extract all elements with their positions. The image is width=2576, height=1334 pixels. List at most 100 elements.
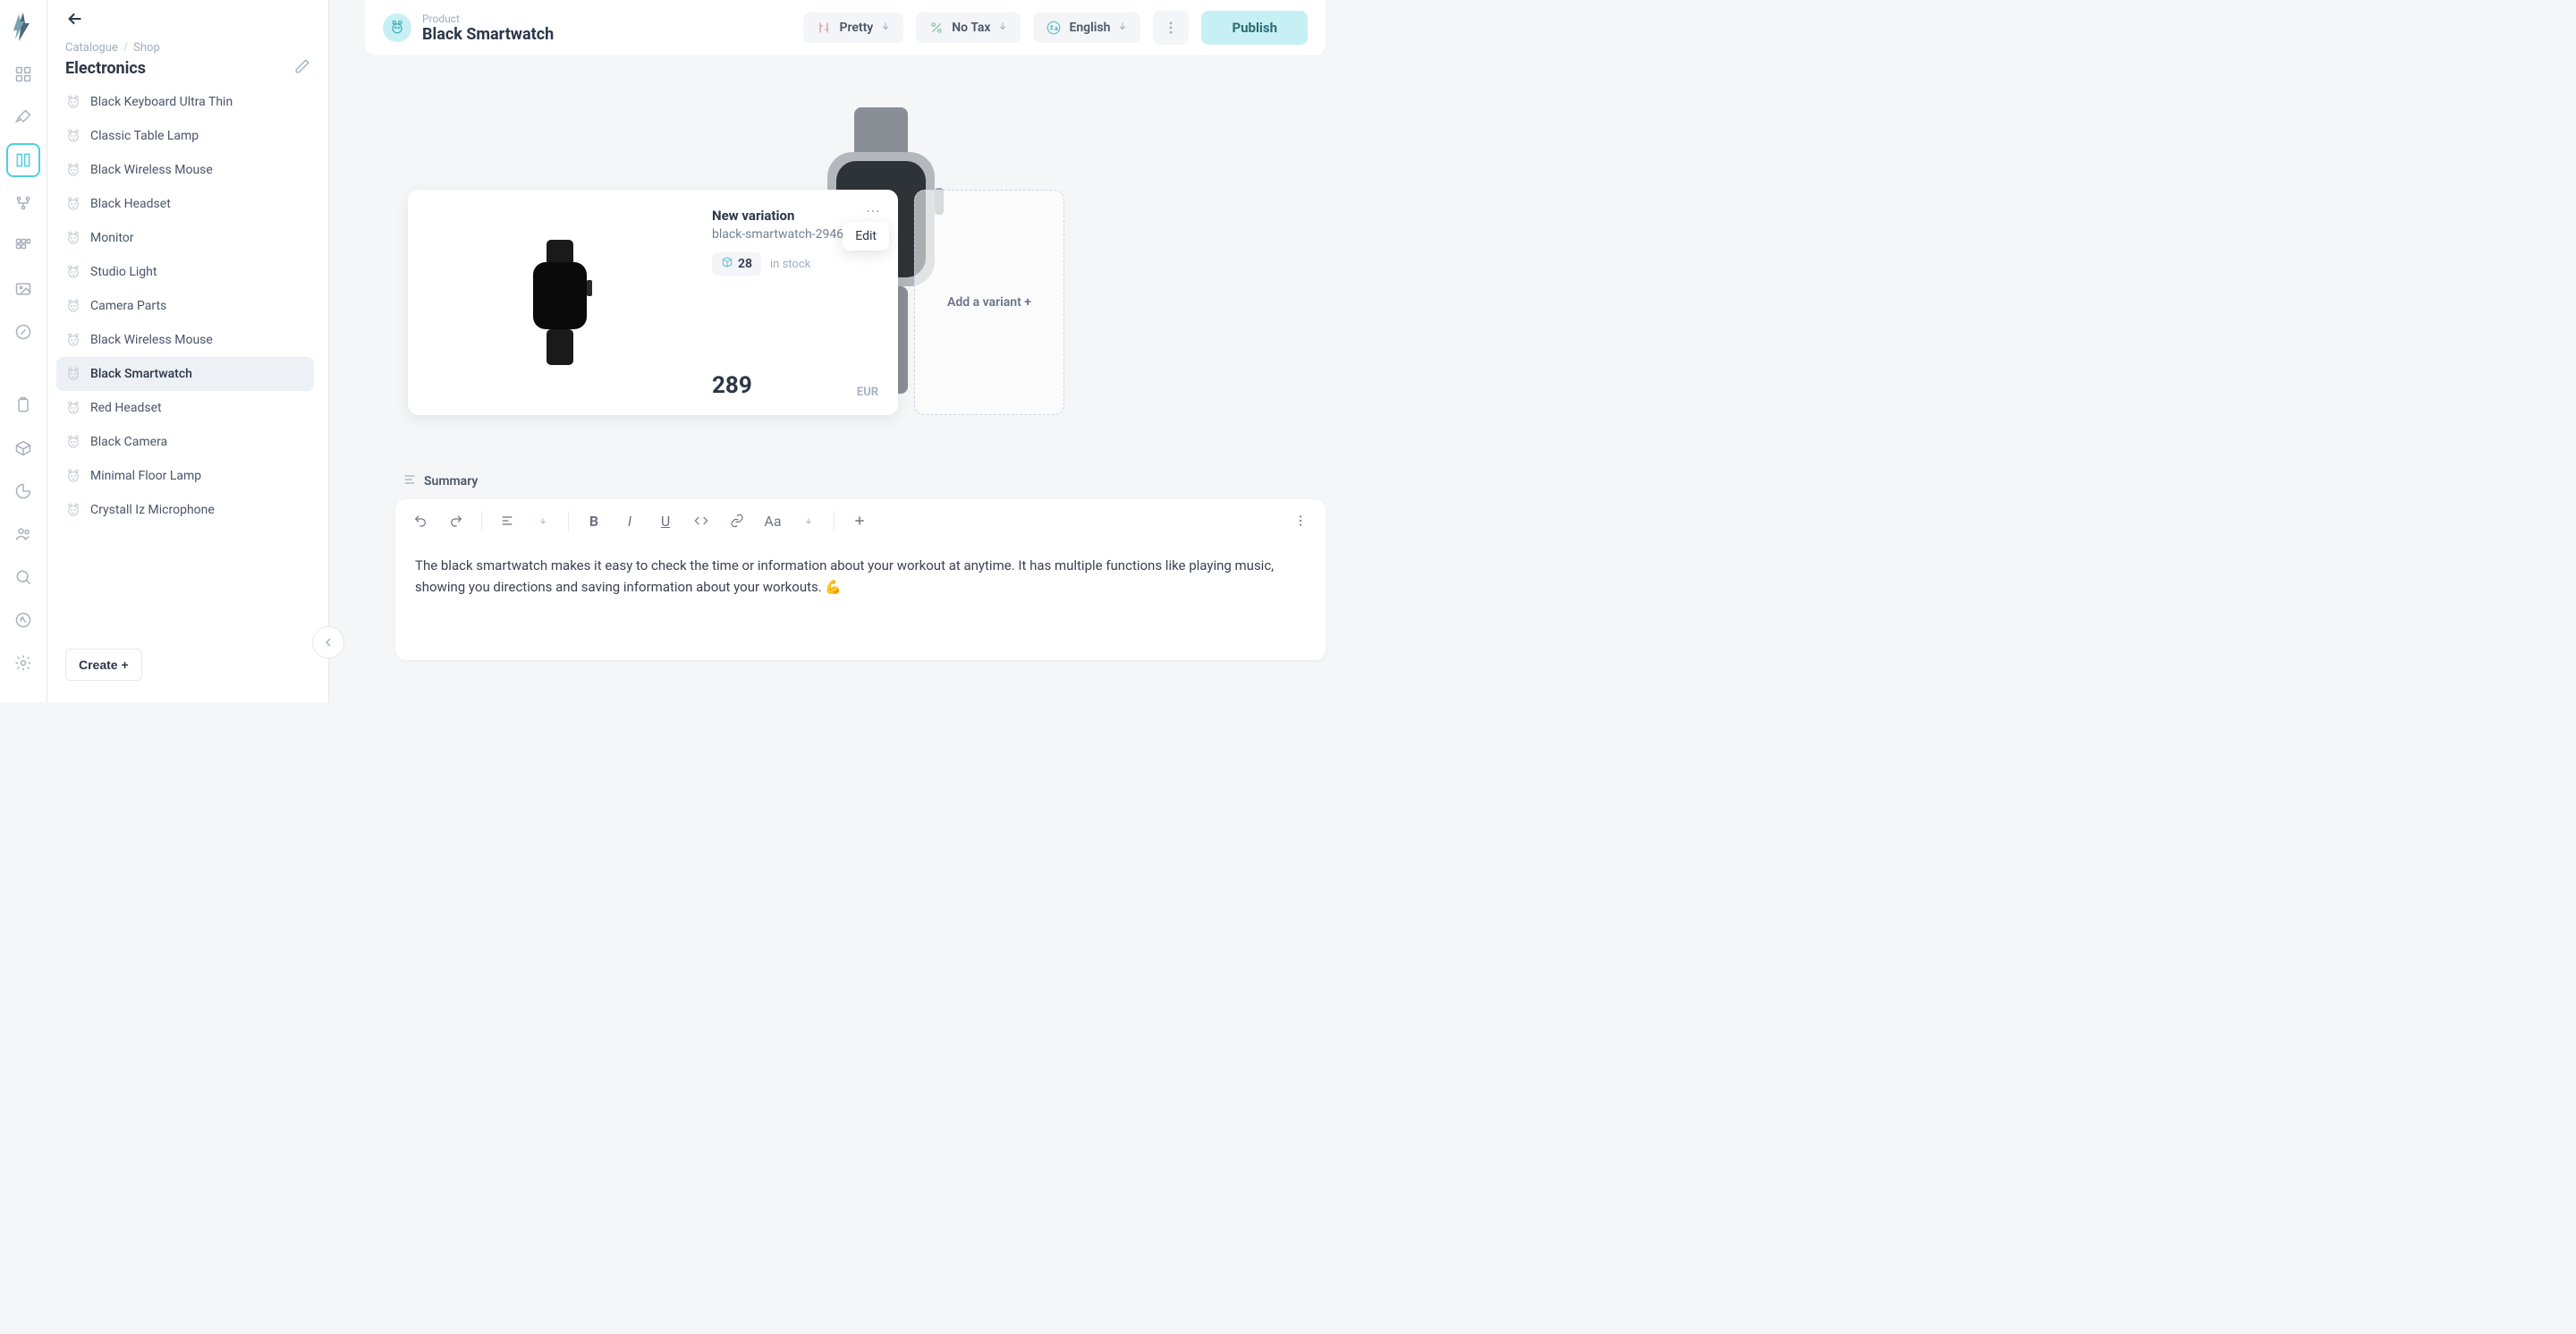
redo-button[interactable] [440,506,472,535]
editor-more-button[interactable] [1284,506,1317,535]
add-block-button[interactable] [843,506,876,535]
sidebar-item-label: Red Headset [90,401,162,415]
breadcrumb-separator: / [123,41,128,55]
sidebar-item-label: Black Camera [90,435,167,449]
nav-users-icon[interactable] [6,517,40,551]
bear-icon [65,366,81,382]
summary-icon [402,472,417,490]
bear-icon [65,298,81,314]
code-button[interactable] [685,506,717,535]
display-mode-label: Pretty [839,21,873,35]
nav-discount-icon[interactable] [6,315,40,349]
summary-section-label: Summary [402,472,1342,490]
product-title: Black Smartwatch [422,25,554,44]
product-label: Product [422,13,554,25]
chevron-down-icon [880,21,891,35]
bear-icon [65,468,81,484]
category-title: Electronics [65,59,146,78]
stock-cube-icon [721,256,733,272]
translate-icon [1046,20,1062,36]
summary-text[interactable]: The black smartwatch makes it easy to ch… [395,542,1326,610]
variant-price: 289 [712,372,752,399]
sidebar-item[interactable]: Classic Table Lamp [56,119,314,153]
sidebar-item[interactable]: Crystall Iz Microphone [56,493,314,527]
summary-editor: B I U Aa The black smartwatch makes it e… [395,499,1326,660]
variant-menu-edit[interactable]: Edit [843,222,889,251]
bear-icon [65,128,81,144]
sidebar-item[interactable]: Black Smartwatch [56,357,314,391]
sidebar-item[interactable]: Monitor [56,221,314,255]
align-button[interactable] [491,506,523,535]
nav-settings-icon[interactable] [6,646,40,680]
nav-flow-icon[interactable] [6,186,40,220]
variant-menu-button[interactable]: ⋯ [866,202,882,219]
breadcrumb-shop[interactable]: Shop [133,41,160,55]
more-actions-button[interactable] [1153,11,1189,45]
sidebar-item[interactable]: Black Camera [56,425,314,459]
bear-icon [65,162,81,178]
nav-image-icon[interactable] [6,272,40,306]
sidebar-item[interactable]: Red Headset [56,391,314,425]
bear-icon [65,196,81,212]
back-arrow-icon[interactable] [65,9,310,32]
tax-label: No Tax [952,21,990,35]
stock-badge: 28 [712,252,761,276]
nav-brush-icon[interactable] [6,100,40,134]
breadcrumb-catalogue[interactable]: Catalogue [65,41,118,55]
slider-icon [816,20,832,36]
nav-apps-icon[interactable] [6,229,40,263]
percent-icon [928,20,945,36]
sidebar-item-label: Black Headset [90,197,171,211]
underline-button[interactable]: U [649,506,682,535]
icon-rail [0,0,47,702]
nav-box-icon[interactable] [6,431,40,465]
undo-button[interactable] [404,506,436,535]
nav-analytics-icon[interactable] [6,474,40,508]
nav-search-icon[interactable] [6,560,40,594]
sidebar-item-label: Studio Light [90,265,157,279]
typography-dropdown-icon[interactable] [792,506,825,535]
bear-icon [65,400,81,416]
nav-clipboard-icon[interactable] [6,388,40,422]
sidebar-item[interactable]: Camera Parts [56,289,314,323]
nav-dashboard-icon[interactable] [6,57,40,91]
sidebar-item[interactable]: Minimal Floor Lamp [56,459,314,493]
edit-category-icon[interactable] [294,58,310,78]
sidebar-item[interactable]: Black Keyboard Ultra Thin [56,85,314,119]
italic-button[interactable]: I [614,506,646,535]
sidebar-item[interactable]: Studio Light [56,255,314,289]
bear-icon [65,230,81,246]
bold-button[interactable]: B [578,506,610,535]
sidebar-item[interactable]: Black Wireless Mouse [56,323,314,357]
sidebar-item-label: Crystall Iz Microphone [90,503,215,517]
sidebar: Catalogue / Shop Electronics Black Keybo… [47,0,329,702]
create-button[interactable]: Create + [65,649,142,681]
chevron-down-icon [997,21,1008,35]
sidebar-item-label: Classic Table Lamp [90,129,199,143]
bear-icon [65,502,81,518]
publish-button[interactable]: Publish [1201,11,1308,45]
editor-toolbar: B I U Aa [395,499,1326,542]
stock-label: in stock [770,258,810,271]
sidebar-item[interactable]: Black Headset [56,187,314,221]
nav-translate-icon[interactable] [6,603,40,637]
product-hero: ⋯ Edit New variation black-smartwatch-29… [365,72,1326,456]
add-variant-button[interactable]: Add a variant + [914,190,1064,415]
stock-qty: 28 [738,257,752,271]
link-button[interactable] [721,506,753,535]
sidebar-item-label: Black Wireless Mouse [90,163,213,177]
typography-button[interactable]: Aa [757,506,789,535]
tax-dropdown[interactable]: No Tax [916,13,1021,43]
breadcrumb: Catalogue / Shop [65,41,310,55]
language-label: English [1069,21,1110,35]
sidebar-item-label: Camera Parts [90,299,166,313]
language-dropdown[interactable]: English [1033,13,1140,43]
bear-icon [65,434,81,450]
bear-icon [65,264,81,280]
nav-catalogue-icon[interactable] [6,143,40,177]
chevron-down-icon [1117,21,1128,35]
product-header: Product Black Smartwatch Pretty No Tax [365,0,1326,55]
sidebar-item[interactable]: Black Wireless Mouse [56,153,314,187]
align-dropdown-icon[interactable] [527,506,559,535]
display-mode-dropdown[interactable]: Pretty [803,13,903,43]
